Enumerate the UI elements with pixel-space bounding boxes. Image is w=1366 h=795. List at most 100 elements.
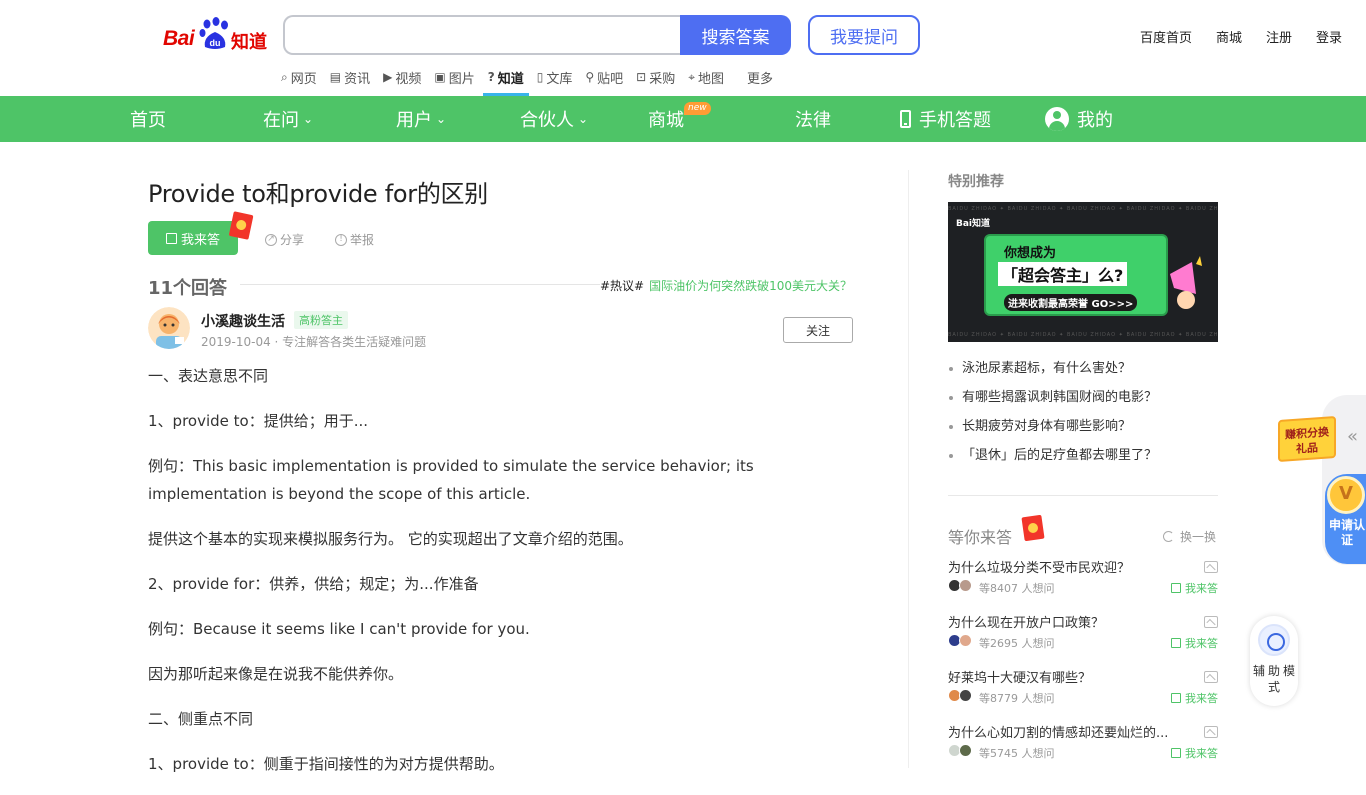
- image-icon: [1204, 561, 1218, 573]
- nav-home[interactable]: 首页: [130, 96, 166, 142]
- recommend-list: 泳池尿素超标，有什么害处？ 有哪些揭露讽刺韩国财阀的电影？ 长期疲劳对身体有哪些…: [948, 354, 1218, 470]
- image-icon: ▣: [434, 70, 446, 84]
- edit-icon: [1171, 693, 1181, 703]
- recommend-item[interactable]: 长期疲劳对身体有哪些影响？: [948, 412, 1218, 441]
- nav-mine[interactable]: 我的: [1045, 96, 1113, 142]
- report-link[interactable]: ! 举报: [335, 231, 374, 248]
- answer-button-label: 我来答: [180, 232, 220, 248]
- nav-partners[interactable]: 合伙人 ⌄: [520, 96, 588, 142]
- nav-law[interactable]: 法律: [795, 96, 831, 142]
- hot-topic-link[interactable]: 国际油价为何突然跌破100美元大关？: [649, 279, 852, 293]
- top-link-mall[interactable]: 商城: [1216, 27, 1242, 46]
- answer-link[interactable]: 我来答: [1171, 635, 1218, 651]
- subnav-item-video[interactable]: ▶ 视频: [383, 68, 421, 87]
- answer-body: 一、表达意思不同 1、provide to：提供给；用于... 例句：This …: [148, 362, 853, 795]
- answer-link-label: 我来答: [1185, 692, 1218, 705]
- subnav-item-purchase[interactable]: ⊡ 采购: [636, 68, 675, 87]
- author-name[interactable]: 小溪趣谈生活: [201, 311, 285, 331]
- subnav-item-web[interactable]: ⌕ 网页: [281, 68, 317, 87]
- subnav-item-tieba[interactable]: ⚲ 贴吧: [585, 68, 623, 87]
- subnav-more[interactable]: 更多: [747, 68, 773, 87]
- recommend-item[interactable]: 「退休」后的足疗鱼都去哪里了？: [948, 441, 1218, 470]
- author-avatar[interactable]: [148, 307, 190, 349]
- recommend-item[interactable]: 有哪些揭露讽刺韩国财阀的电影？: [948, 383, 1218, 412]
- asker-avatars: [948, 634, 976, 648]
- nav-partners-label: 合伙人: [520, 110, 574, 131]
- waiting-question[interactable]: 为什么心如刀割的情感却还要灿烂的... 等5745 人想问 我来答: [948, 722, 1218, 770]
- refresh-button[interactable]: 换一换: [1163, 528, 1216, 545]
- share-label: 分享: [280, 233, 305, 247]
- answer-paragraph: 2、provide for：供养，供给；规定；为...作准备: [148, 575, 479, 593]
- waiting-question[interactable]: 好莱坞十大硬汉有哪些？ 等8779 人想问 我来答: [948, 667, 1218, 715]
- collapse-arrows-icon[interactable]: «: [1347, 426, 1358, 447]
- nav-asking[interactable]: 在问 ⌄: [263, 96, 313, 142]
- chevron-down-icon: ⌄: [303, 112, 314, 126]
- answer-paragraph: 因为那听起来像是在说我不能供养你。: [148, 665, 404, 683]
- waiting-question-title[interactable]: 为什么现在开放户口政策？: [948, 612, 1188, 631]
- report-label: 举报: [350, 233, 375, 247]
- nav-users-label: 用户: [396, 110, 432, 131]
- waiting-question-title[interactable]: 好莱坞十大硬汉有哪些？: [948, 667, 1188, 686]
- top-link-register[interactable]: 注册: [1266, 27, 1292, 46]
- subnav-item-map[interactable]: ⌖ 地图: [688, 68, 724, 87]
- top-link-login[interactable]: 登录: [1316, 27, 1342, 46]
- question-title: Provide to和provide for的区别: [148, 180, 488, 208]
- question-icon: ?: [487, 70, 495, 84]
- top-links: 百度首页 商城 注册 登录: [1116, 27, 1342, 46]
- answer-link[interactable]: 我来答: [1171, 690, 1218, 706]
- banner-strip-bottom: BAIDU ZHIDAO ✦ BAIDU ZHIDAO ✦ BAIDU ZHID…: [948, 332, 1218, 338]
- share-link[interactable]: ↗ 分享: [265, 231, 304, 248]
- phone-icon: [900, 110, 911, 128]
- assist-mode-label: 辅助模式: [1253, 664, 1299, 694]
- doc-icon: ▯: [536, 70, 544, 84]
- recommend-item[interactable]: 泳池尿素超标，有什么害处？: [948, 354, 1218, 383]
- top-link-baidu-home[interactable]: 百度首页: [1140, 27, 1192, 46]
- search-input[interactable]: [285, 17, 681, 53]
- nav-users[interactable]: 用户 ⌄: [396, 96, 446, 142]
- refresh-label: 换一换: [1180, 530, 1217, 544]
- subnav-item-news[interactable]: ▤ 资讯: [330, 68, 371, 87]
- subnav-label: 图片: [448, 71, 475, 87]
- image-icon: [1204, 671, 1218, 683]
- search-answer-button[interactable]: 搜索答案: [680, 15, 791, 55]
- subnav-item-wenku[interactable]: ▯ 文库: [536, 68, 573, 87]
- waiting-question[interactable]: 为什么现在开放户口政策？ 等2695 人想问 我来答: [948, 612, 1218, 660]
- subnav-item-image[interactable]: ▣ 图片: [434, 68, 475, 87]
- nav-mobile-answer[interactable]: 手机答题: [900, 96, 991, 142]
- answer-paragraph: 例句：This basic implementation is provided…: [148, 457, 754, 503]
- divider: [240, 284, 600, 285]
- waiting-question[interactable]: 为什么垃圾分类不受市民欢迎？ 等8407 人想问 我来答: [948, 557, 1218, 605]
- logo-zhidao-text: 知道: [231, 32, 267, 53]
- ask-question-button[interactable]: 我要提问: [808, 15, 920, 55]
- answer-paragraph: 1、provide to：提供给；用于...: [148, 412, 369, 430]
- follow-button[interactable]: 关注: [783, 317, 853, 343]
- apply-certification-widget[interactable]: V 申请认证: [1325, 474, 1366, 564]
- answer-paragraph: 一、表达意思不同: [148, 367, 269, 385]
- answer-link[interactable]: 我来答: [1171, 745, 1218, 761]
- assist-mode-widget[interactable]: 辅助模式: [1250, 616, 1298, 706]
- earn-points-widget[interactable]: 赚积分换礼品: [1272, 413, 1342, 465]
- column-divider: [908, 170, 909, 768]
- promo-banner[interactable]: BAIDU ZHIDAO ✦ BAIDU ZHIDAO ✦ BAIDU ZHID…: [948, 202, 1218, 342]
- logo-bai-text: Bai: [163, 27, 195, 50]
- waiting-question-title[interactable]: 为什么心如刀割的情感却还要灿烂的...: [948, 722, 1188, 741]
- banner-line3: 进来收割最高荣誉 GO>>>: [1004, 294, 1138, 311]
- waiting-question-title[interactable]: 为什么垃圾分类不受市民欢迎？: [948, 557, 1188, 576]
- tieba-icon: ⚲: [585, 70, 595, 84]
- apply-cert-label: 申请认证: [1328, 518, 1365, 547]
- nav-mall[interactable]: 商城 new: [648, 96, 711, 142]
- answer-link[interactable]: 我来答: [1171, 580, 1218, 596]
- subnav-label: 资讯: [344, 71, 371, 87]
- subnav-item-zhidao[interactable]: ? 知道: [482, 68, 529, 96]
- hot-topic[interactable]: #热议# 国际油价为何突然跌破100美元大关？: [600, 277, 852, 294]
- nav-asking-label: 在问: [263, 110, 299, 131]
- author-badge: 高粉答主: [294, 311, 348, 329]
- answer-button[interactable]: 我来答: [148, 221, 238, 255]
- answer-paragraph: 提供这个基本的实现来模拟服务行为。 它的实现超出了文章介绍的范围。: [148, 530, 633, 548]
- new-badge: new: [684, 102, 711, 115]
- subnav-label: 地图: [697, 71, 724, 87]
- edit-icon: [1171, 748, 1181, 758]
- refresh-icon: [1163, 531, 1174, 542]
- baidu-zhidao-logo[interactable]: Bai du 知道: [163, 17, 269, 53]
- asker-avatars: [948, 689, 976, 703]
